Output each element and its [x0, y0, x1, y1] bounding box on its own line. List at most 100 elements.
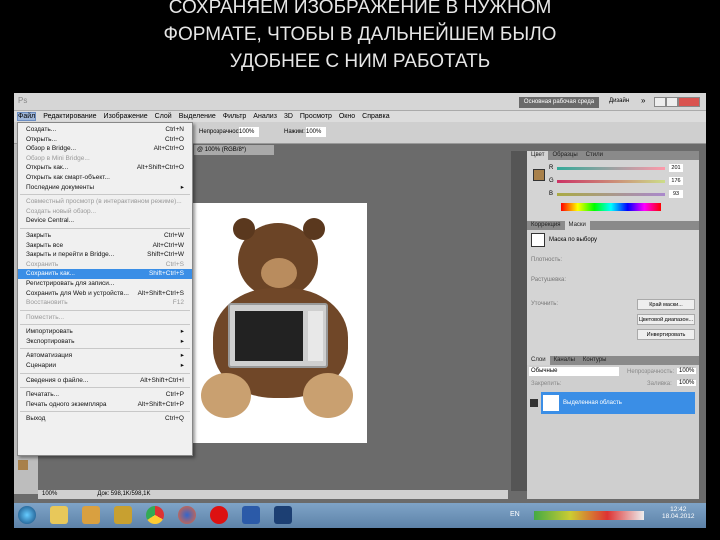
firefox-icon[interactable]	[178, 506, 196, 524]
g-value[interactable]: 176	[669, 177, 683, 185]
menu-0[interactable]: Файл	[17, 112, 37, 121]
zoom-level[interactable]: 100%	[42, 490, 57, 499]
r-slider[interactable]	[557, 167, 665, 170]
file-menu-item[interactable]: Сохранить как... Shift+Ctrl+S	[18, 269, 192, 279]
menu-10[interactable]: Справка	[362, 113, 389, 120]
menu-separator	[20, 348, 190, 350]
file-menu-item[interactable]: Создать новый обзор...	[18, 207, 192, 217]
file-menu-item[interactable]: Открыть как смарт-объект...	[18, 173, 192, 183]
photoshop-icon[interactable]	[274, 506, 292, 524]
layer-row[interactable]: Выделенная область	[541, 392, 695, 414]
layer-name[interactable]: Выделенная область	[563, 400, 622, 406]
file-menu-item[interactable]: Автоматизация ▸	[18, 351, 192, 361]
start-button[interactable]	[18, 506, 36, 524]
panel-tab[interactable]: Маски	[564, 221, 590, 230]
file-menu-item[interactable]: Восстановить F12	[18, 298, 192, 308]
menu-7[interactable]: 3D	[284, 113, 293, 120]
panel-tab[interactable]: Стили	[582, 151, 607, 160]
b-slider[interactable]	[557, 193, 665, 196]
invert-button[interactable]: Инвертировать	[637, 329, 695, 340]
file-menu-item[interactable]: Последние документы ▸	[18, 183, 192, 193]
workspace-button[interactable]: Основная рабочая среда	[519, 97, 599, 108]
chrome-icon[interactable]	[146, 506, 164, 524]
panel-tab[interactable]: Слои	[527, 356, 550, 365]
menu-3[interactable]: Слой	[155, 113, 172, 120]
file-menu-item[interactable]: Создать... Ctrl+N	[18, 125, 192, 135]
app-bar: Ps Основная рабочая среда Дизайн »	[14, 93, 706, 111]
panel-tab[interactable]: Образцы	[548, 151, 581, 160]
menu-item-label: Обзор в Bridge...	[26, 145, 77, 153]
g-slider[interactable]	[557, 180, 665, 183]
document-tab[interactable]: @ 100% (RGB/8*)	[194, 145, 274, 155]
file-menu-item[interactable]: Сведения о файле... Alt+Shift+Ctrl+I	[18, 376, 192, 386]
file-menu-item[interactable]: Печать одного экземпляра Alt+Shift+Ctrl+P	[18, 400, 192, 410]
color-swatch[interactable]	[533, 169, 545, 181]
menu-item-label: Открыть как...	[26, 164, 69, 172]
b-value[interactable]: 93	[669, 190, 683, 198]
panel-tab[interactable]: Коррекция	[527, 221, 565, 230]
menu-1[interactable]: Редактирование	[43, 113, 96, 120]
menu-8[interactable]: Просмотр	[300, 113, 332, 120]
panel-tab[interactable]: Каналы	[550, 356, 579, 365]
minimize-button[interactable]	[654, 97, 666, 107]
blend-mode-select[interactable]: Обычные	[529, 367, 619, 376]
r-value[interactable]: 201	[669, 164, 683, 172]
more-workspaces[interactable]: »	[641, 96, 645, 105]
media-player-icon[interactable]	[82, 506, 100, 524]
language-indicator[interactable]: EN	[510, 511, 520, 518]
panel-tab[interactable]: Контуры	[579, 356, 611, 365]
file-menu-item[interactable]: Регистрировать для записи...	[18, 279, 192, 289]
file-menu-item[interactable]: Совместный просмотр (в интерактивном реж…	[18, 197, 192, 207]
layer-opacity[interactable]: 100%	[677, 368, 697, 374]
file-menu-item[interactable]: Импортировать ▸	[18, 327, 192, 337]
opacity-field[interactable]: 100%	[239, 127, 259, 137]
flow-field[interactable]: 100%	[306, 127, 326, 137]
file-menu-item[interactable]: Сценарии ▸	[18, 361, 192, 371]
menu-item-label: Сохранить как...	[26, 270, 75, 278]
menu-6[interactable]: Анализ	[253, 113, 277, 120]
menu-5[interactable]: Фильтр	[223, 113, 247, 120]
menu-item-shortcut: Alt+Shift+Ctrl+S	[137, 289, 184, 297]
file-menu-item[interactable]: Закрыть и перейти в Bridge... Shift+Ctrl+…	[18, 250, 192, 260]
file-menu-item[interactable]: Экспортировать ▸	[18, 337, 192, 347]
menu-item-shortcut: Alt+Shift+Ctrl+P	[137, 400, 184, 408]
file-menu-item[interactable]: Device Central...	[18, 216, 192, 226]
file-menu-item[interactable]: Открыть... Ctrl+O	[18, 135, 192, 145]
mask-edge-button[interactable]: Край маски...	[637, 299, 695, 310]
file-menu-item[interactable]: Выход Ctrl+Q	[18, 414, 192, 424]
file-menu-item[interactable]: Сохранить Ctrl+S	[18, 260, 192, 270]
file-menu-item[interactable]: Закрыть Ctrl+W	[18, 231, 192, 241]
file-menu-item[interactable]: Открыть как... Alt+Shift+Ctrl+O	[18, 163, 192, 173]
close-button[interactable]	[678, 97, 700, 107]
clock[interactable]: 12:42 18.04.2012	[662, 506, 695, 520]
panel-tab[interactable]: Цвет	[527, 151, 549, 160]
file-menu-item[interactable]: Поместить...	[18, 313, 192, 323]
color-range-button[interactable]: Цветовой диапазон...	[637, 314, 695, 325]
foreground-color[interactable]	[18, 460, 28, 470]
microwave-image	[228, 303, 328, 368]
visibility-eye-icon[interactable]	[530, 399, 538, 407]
menu-9[interactable]: Окно	[339, 113, 355, 120]
menu-item-label: Сохранить для Web и устройств...	[26, 289, 129, 297]
menu-item-label: Печатать...	[26, 391, 60, 399]
file-menu-item[interactable]: Обзор в Bridge... Alt+Ctrl+O	[18, 144, 192, 154]
word-icon[interactable]	[242, 506, 260, 524]
file-menu-item[interactable]: Печатать... Ctrl+P	[18, 390, 192, 400]
opera-icon[interactable]	[210, 506, 228, 524]
file-menu-item[interactable]: Закрыть все Alt+Ctrl+W	[18, 241, 192, 251]
app-icon[interactable]	[114, 506, 132, 524]
file-menu-item[interactable]: Обзор в Mini Bridge...	[18, 154, 192, 164]
file-menu-item[interactable]: Сохранить для Web и устройств... Alt+Shif…	[18, 289, 192, 299]
document-canvas[interactable]	[193, 203, 367, 443]
menu-2[interactable]: Изображение	[104, 113, 148, 120]
design-workspace[interactable]: Дизайн	[609, 98, 629, 104]
menu-item-shortcut: F12	[172, 299, 184, 307]
menu-4[interactable]: Выделение	[179, 113, 216, 120]
spectrum-bar[interactable]	[561, 203, 661, 211]
explorer-icon[interactable]	[50, 506, 68, 524]
photoshop-window: Ps Основная рабочая среда Дизайн » Файл Р…	[14, 93, 706, 503]
maximize-button[interactable]	[666, 97, 678, 107]
layer-fill[interactable]: 100%	[677, 380, 697, 386]
menu-separator	[20, 411, 190, 413]
menu-separator	[20, 227, 190, 229]
